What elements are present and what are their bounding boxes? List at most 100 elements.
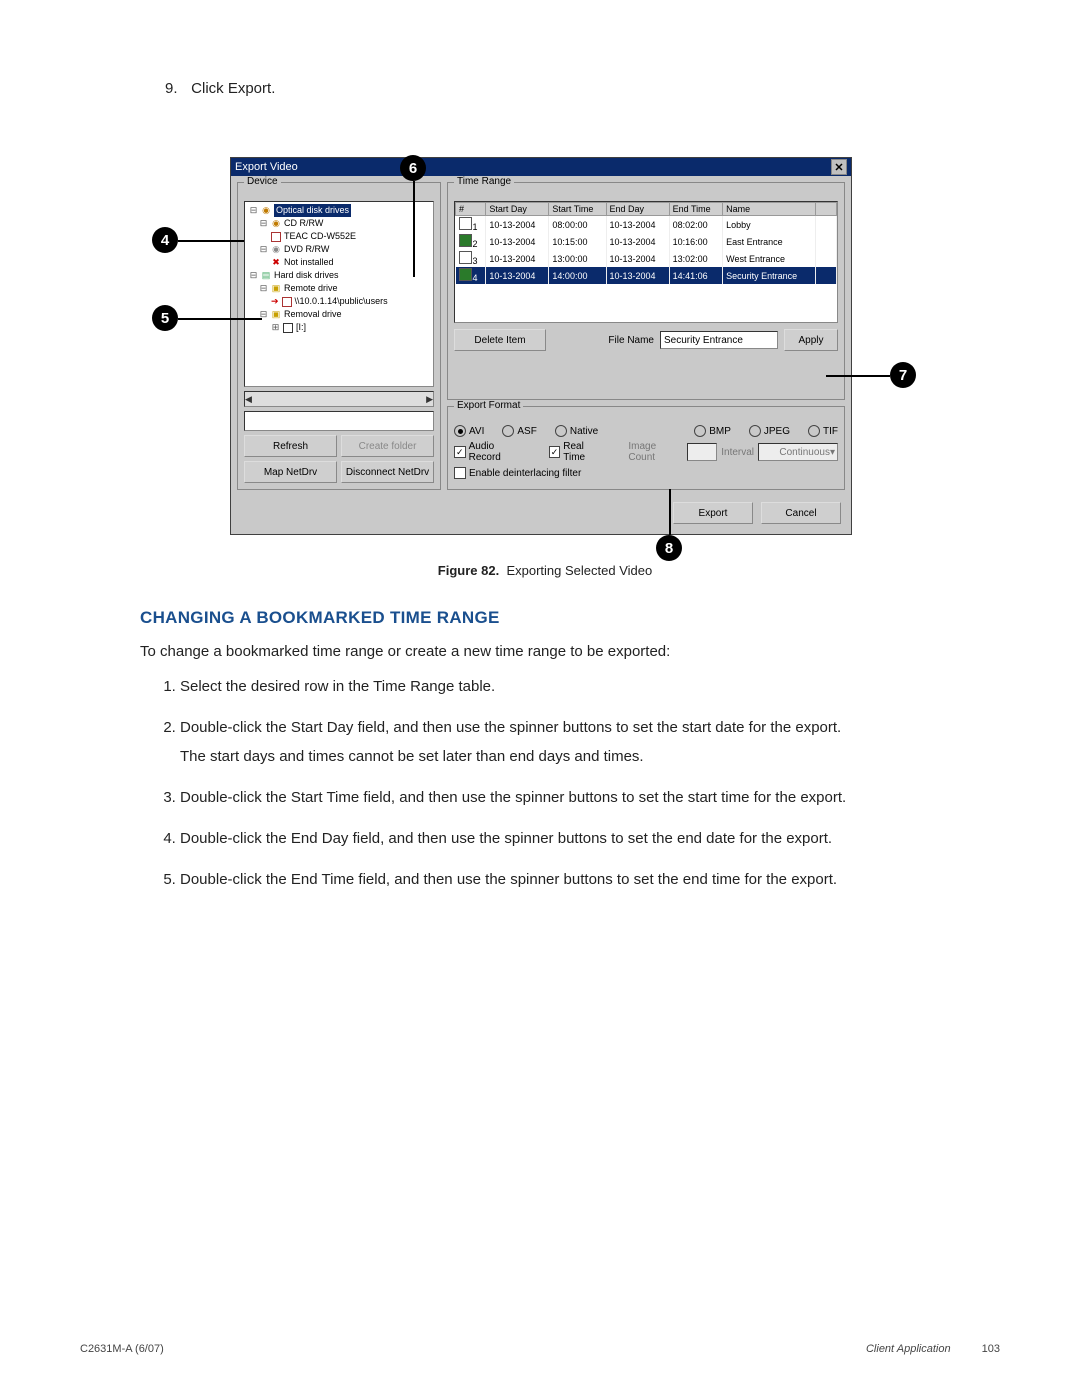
step-line: 9. Click Export. [165,80,1000,97]
tree-hdd[interactable]: Hard disk drives [274,269,339,282]
camera-icon [459,251,472,264]
interval-label: Interval [721,447,754,458]
col-end-day[interactable]: End Day [606,203,669,216]
file-name-label: File Name [608,335,654,346]
export-format-groupbox: Export Format AVI ASF Native BMP JPEG TI… [447,406,845,490]
step-item: Double-click the Start Day field, and th… [180,717,1000,767]
check-audio-record[interactable]: Audio Record [454,441,527,463]
tree-removal[interactable]: Removal drive [284,308,342,321]
dialog-titlebar: Export Video ✕ [231,158,851,176]
device-tree[interactable]: ⊟◉Optical disk drives ⊟◉CD R/RW TEAC CD-… [244,201,434,387]
file-name-input[interactable]: Security Entrance [660,331,778,349]
tree-hscroll[interactable]: ◀ ▶ [244,391,434,407]
tree-optical[interactable]: Optical disk drives [274,204,351,217]
step-item: Double-click the Start Time field, and t… [180,787,1000,808]
export-video-dialog: Export Video ✕ Device ⊟◉Optical disk dri… [230,157,852,535]
col-num[interactable]: # [456,203,486,216]
right-column: Time Range # Start Day Start Time End Da… [447,182,845,490]
time-range-table[interactable]: # Start Day Start Time End Day End Time … [455,202,837,284]
folder-icon: ▣ [271,310,281,320]
step-text: Click Export. [191,80,275,97]
path-input[interactable] [244,411,434,431]
dialog-body: Device ⊟◉Optical disk drives ⊟◉CD R/RW T… [231,176,851,496]
time-range-groupbox: Time Range # Start Day Start Time End Da… [447,182,845,400]
tree-remote[interactable]: Remote drive [284,282,338,295]
section-title: CHANGING A BOOKMARKED TIME RANGE [140,608,1000,628]
steps-list: Select the desired row in the Time Range… [140,676,1000,890]
document-page: 9. Click Export. 6 4 5 7 8 Export Video … [0,0,1080,1397]
radio-native[interactable]: Native [555,425,598,437]
step-item: Select the desired row in the Time Range… [180,676,1000,697]
step-item: Double-click the End Day field, and then… [180,828,1000,849]
create-folder-button[interactable]: Create folder [341,435,434,457]
error-icon: ✖ [271,258,281,268]
image-count-spinner[interactable] [687,443,717,461]
folder-icon: ▣ [271,284,281,294]
device-groupbox: Device ⊟◉Optical disk drives ⊟◉CD R/RW T… [237,182,441,490]
tree-not-installed: Not installed [284,256,334,269]
disc-icon: ◉ [271,245,281,255]
col-start-day[interactable]: Start Day [486,203,549,216]
dialog-title: Export Video [235,161,298,173]
footer-left: C2631M-A (6/07) [80,1343,164,1355]
time-range-table-wrap: # Start Day Start Time End Day End Time … [454,201,838,323]
figure-block: 6 4 5 7 8 Export Video ✕ Device [170,157,920,578]
page-footer: C2631M-A (6/07) Client Application 103 [80,1343,1000,1355]
footer-right: Client Application [866,1343,951,1355]
step-number: 9. [165,80,187,97]
device-legend: Device [244,176,281,187]
cancel-button[interactable]: Cancel [761,502,841,524]
figure-label: Figure 82. [438,563,499,578]
close-icon[interactable]: ✕ [831,159,847,175]
disconnect-netdrv-button[interactable]: Disconnect NetDrv [341,461,434,483]
callout-badge-8: 8 [656,535,682,561]
tree-cd[interactable]: CD R/RW [284,217,323,230]
table-row[interactable]: 3 10-13-2004 13:00:00 10-13-2004 13:02:0… [456,250,837,267]
radio-bmp[interactable]: BMP [694,425,731,437]
drive-icon [271,232,281,242]
refresh-button[interactable]: Refresh [244,435,337,457]
col-end-time[interactable]: End Time [669,203,723,216]
callout-badge-4: 4 [152,227,178,253]
hdd-icon: ▤ [261,271,271,281]
table-row[interactable]: 2 10-13-2004 10:15:00 10-13-2004 10:16:0… [456,233,837,250]
table-row[interactable]: 1 10-13-2004 08:00:00 10-13-2004 08:02:0… [456,216,837,234]
apply-button[interactable]: Apply [784,329,838,351]
col-start-time[interactable]: Start Time [549,203,606,216]
delete-item-button[interactable]: Delete Item [454,329,546,351]
footer-page-number: 103 [982,1343,1000,1355]
table-row-selected[interactable]: 4 10-13-2004 14:00:00 10-13-2004 14:41:0… [456,267,837,284]
radio-asf[interactable]: ASF [502,425,536,437]
radio-avi[interactable]: AVI [454,425,484,437]
radio-tif[interactable]: TIF [808,425,838,437]
disc-icon: ◉ [261,206,271,216]
export-format-legend: Export Format [454,400,523,411]
interval-combo[interactable]: Continuous▾ [758,443,838,461]
map-netdrv-button[interactable]: Map NetDrv [244,461,337,483]
check-deinterlace[interactable]: Enable deinterlacing filter [454,467,581,479]
step-item: Double-click the End Time field, and the… [180,869,1000,890]
drive-icon [283,323,293,333]
scroll-left-icon[interactable]: ◀ [245,394,252,405]
time-range-controls: Delete Item File Name Security Entrance … [454,329,838,351]
radio-jpeg[interactable]: JPEG [749,425,790,437]
figure-caption: Figure 82. Exporting Selected Video [170,563,920,578]
col-name[interactable]: Name [723,203,816,216]
section-intro: To change a bookmarked time range or cre… [140,642,1000,662]
figure-text: Exporting Selected Video [506,563,652,578]
tree-removal-item[interactable]: [I:] [296,321,306,334]
tree-remote-path[interactable]: \\10.0.1.14\public\users [295,295,388,308]
image-count-label: Image Count [628,441,682,463]
callout-badge-7: 7 [890,362,916,388]
col-spacer [816,203,837,216]
tree-teac[interactable]: TEAC CD-W552E [284,230,356,243]
time-range-legend: Time Range [454,176,514,187]
export-button[interactable]: Export [673,502,753,524]
camera-icon [459,217,472,230]
disc-icon: ◉ [271,219,281,229]
tree-dvd[interactable]: DVD R/RW [284,243,329,256]
drive-icon [282,297,292,307]
check-real-time[interactable]: Real Time [549,441,607,463]
camera-icon [459,268,472,281]
scroll-right-icon[interactable]: ▶ [426,394,433,405]
